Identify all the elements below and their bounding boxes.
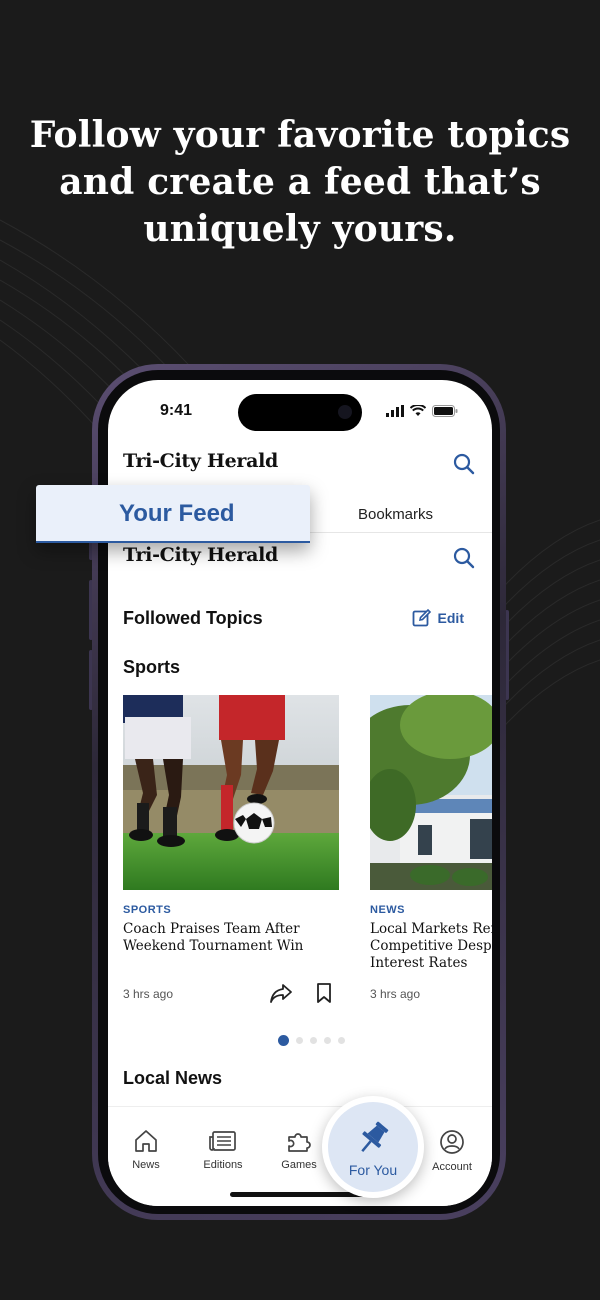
promo-headline: Follow your favorite topics and create a… (0, 112, 600, 253)
article-category: SPORTS (123, 904, 172, 916)
battery-icon (432, 405, 458, 417)
carousel-dots[interactable] (278, 1035, 345, 1046)
local-news-title: Local News (123, 1068, 223, 1088)
nav-news[interactable]: News (116, 1129, 176, 1171)
article-title-line: Interest Rates (370, 955, 468, 971)
nav-account-label: Account (432, 1161, 472, 1173)
signal-icon (386, 405, 404, 417)
status-time: 9:41 (160, 402, 193, 419)
dynamic-island (238, 394, 362, 431)
headline-line-1: Follow your favorite topics (29, 114, 571, 156)
edit-label: Edit (437, 610, 464, 626)
edit-button[interactable]: Edit (412, 608, 464, 628)
nav-editions-label: Editions (203, 1159, 243, 1171)
sports-section-title: Sports (123, 657, 181, 677)
article-time: 3 hrs ago (123, 987, 174, 1001)
article-title-line: Weekend Tournament Win (123, 938, 304, 954)
newspaper-icon (209, 1131, 236, 1151)
headline-line-3: uniquely yours. (143, 208, 457, 250)
tab-your-feed-label: Your Feed (119, 500, 235, 527)
article-title-line: Local Markets Rem (370, 921, 492, 937)
article-title-line: Coach Praises Team After (123, 921, 300, 937)
account-icon (440, 1130, 464, 1154)
article-card[interactable]: NEWS Local Markets Rem Competitive Despi… (370, 695, 492, 1001)
share-icon[interactable] (269, 982, 293, 1004)
home-indicator (230, 1192, 370, 1197)
article-title[interactable]: Coach Praises Team After Weekend Tournam… (123, 921, 339, 955)
tab-bookmarks[interactable]: Bookmarks (358, 506, 433, 523)
nav-games[interactable]: Games (269, 1129, 329, 1171)
pin-icon (361, 1121, 389, 1152)
nav-account[interactable]: Account (422, 1129, 482, 1173)
bookmark-icon[interactable] (315, 982, 333, 1004)
nav-for-you-label: For You (348, 1162, 398, 1178)
search-icon[interactable] (452, 452, 476, 476)
article-title[interactable]: Local Markets Rem Competitive Despit Int… (370, 921, 492, 972)
followed-topics-title: Followed Topics (123, 608, 263, 628)
wifi-icon (410, 405, 426, 416)
app-logo-secondary: Tri-City Herald (123, 544, 279, 566)
puzzle-icon (288, 1133, 311, 1152)
edit-icon (412, 608, 431, 627)
nav-news-label: News (132, 1159, 160, 1171)
article-category: NEWS (370, 904, 405, 916)
home-icon (135, 1130, 157, 1152)
carousel-dot[interactable] (296, 1037, 303, 1044)
app-logo: Tri-City Herald (123, 450, 279, 472)
nav-games-label: Games (281, 1159, 317, 1171)
nav-for-you[interactable]: For You (322, 1096, 424, 1198)
headline-line-2: and create a feed that’s (59, 161, 541, 203)
tab-your-feed[interactable]: Your Feed (36, 485, 310, 543)
article-image-soccer (123, 695, 339, 890)
carousel-dot[interactable] (310, 1037, 317, 1044)
article-time: 3 hrs ago (370, 987, 421, 1001)
nav-editions[interactable]: Editions (193, 1129, 253, 1171)
status-icons (386, 404, 458, 418)
carousel-dot-active[interactable] (278, 1035, 289, 1046)
article-actions (269, 982, 333, 1004)
bottom-navigation: News Editions Games Account (108, 1106, 492, 1206)
article-image-building (370, 695, 492, 890)
article-card[interactable]: SPORTS Coach Praises Team After Weekend … (123, 695, 339, 1003)
carousel-dot[interactable] (324, 1037, 331, 1044)
carousel-dot[interactable] (338, 1037, 345, 1044)
article-title-line: Competitive Despit (370, 938, 492, 954)
search-icon[interactable] (452, 546, 476, 570)
